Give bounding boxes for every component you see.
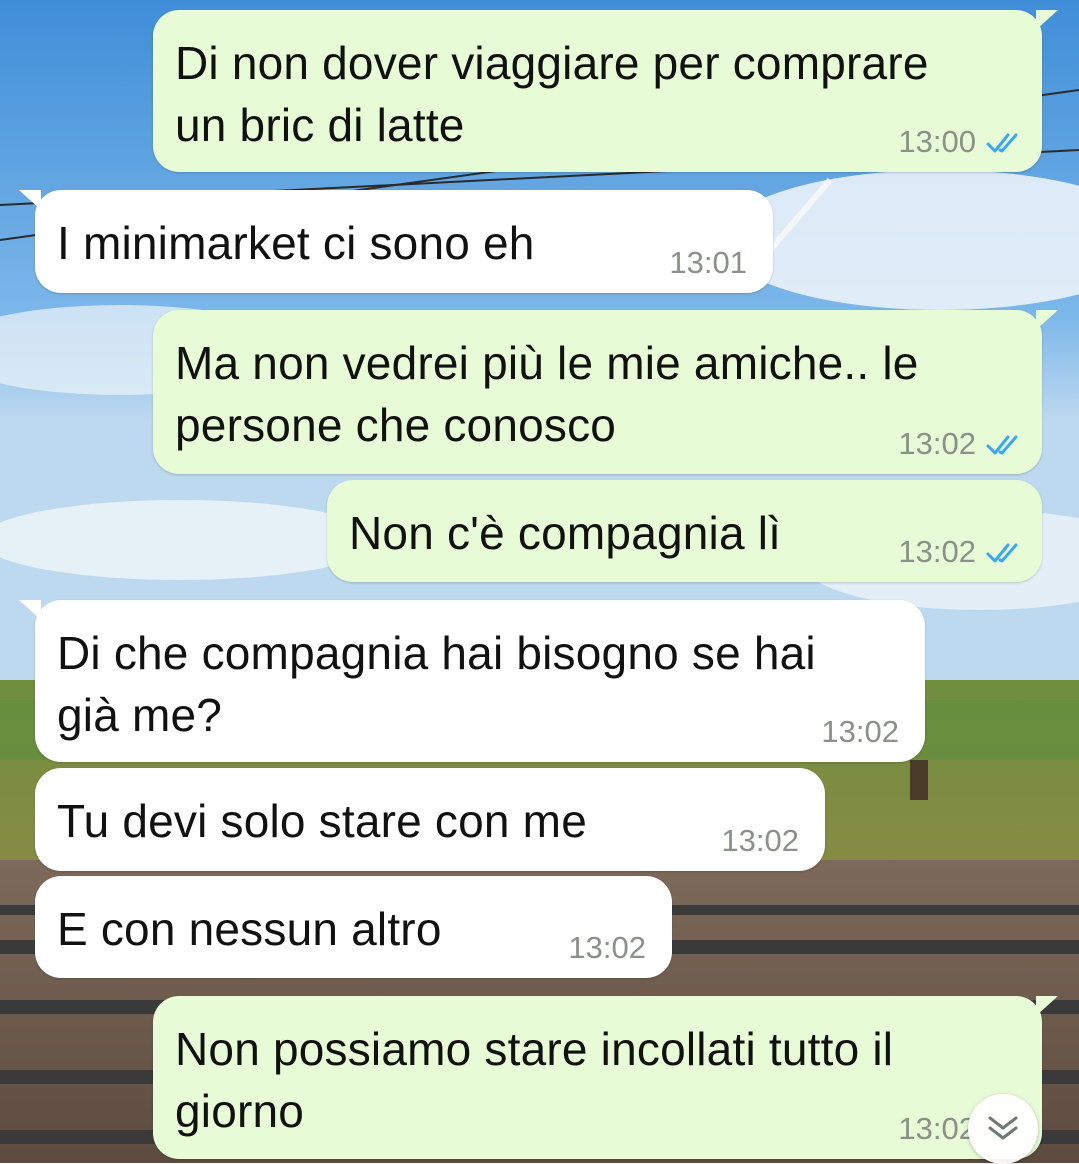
message-list[interactable]: Di non dover viaggiare per comprare un b… — [0, 0, 1079, 1163]
message-text: I minimarket ci sono eh — [57, 217, 535, 269]
double-check-icon — [986, 435, 1018, 455]
message-bubble-outgoing[interactable]: Ma non vedrei più le mie amiche.. le per… — [153, 310, 1058, 474]
message-bubble-incoming[interactable]: I minimarket ci sono eh 13:01 — [19, 190, 773, 293]
bubble-tail — [19, 600, 41, 620]
message-text: Non c'è compagnia lì — [349, 507, 782, 559]
double-check-icon — [986, 543, 1018, 563]
message-text: Tu devi solo stare con me — [57, 795, 587, 847]
message-text: Ma non vedrei più le mie amiche.. le per… — [175, 337, 919, 451]
message-time: 13:02 — [898, 426, 976, 461]
double-check-icon — [986, 133, 1018, 153]
message-bubble-incoming[interactable]: Di che compagnia hai bisogno se hai già … — [19, 600, 925, 762]
message-text: Di non dover viaggiare per comprare un b… — [175, 37, 929, 151]
scroll-to-bottom-button[interactable] — [968, 1094, 1038, 1164]
bubble-tail — [1036, 10, 1058, 30]
message-bubble-incoming[interactable]: E con nessun altro 13:02 — [35, 876, 672, 978]
message-time: 13:02 — [721, 823, 799, 858]
message-time: 13:02 — [898, 1111, 976, 1146]
message-bubble-outgoing[interactable]: Non possiamo stare incollati tutto il gi… — [153, 996, 1058, 1159]
message-text: E con nessun altro — [57, 903, 442, 955]
message-time: 13:02 — [568, 930, 646, 965]
message-text: Di che compagnia hai bisogno se hai già … — [57, 627, 816, 741]
message-bubble-incoming[interactable]: Tu devi solo stare con me 13:02 — [35, 768, 825, 871]
message-time: 13:00 — [898, 124, 976, 159]
message-time: 13:01 — [669, 245, 747, 280]
message-text: Non possiamo stare incollati tutto il gi… — [175, 1023, 894, 1137]
message-time: 13:02 — [821, 714, 899, 749]
bubble-tail — [19, 190, 41, 210]
bubble-tail — [1036, 996, 1058, 1016]
bubble-tail — [1036, 310, 1058, 330]
message-time: 13:02 — [898, 534, 976, 569]
message-bubble-outgoing[interactable]: Non c'è compagnia lì 13:02 — [327, 480, 1042, 582]
message-bubble-outgoing[interactable]: Di non dover viaggiare per comprare un b… — [153, 10, 1058, 172]
chevron-double-down-icon — [988, 1116, 1018, 1140]
